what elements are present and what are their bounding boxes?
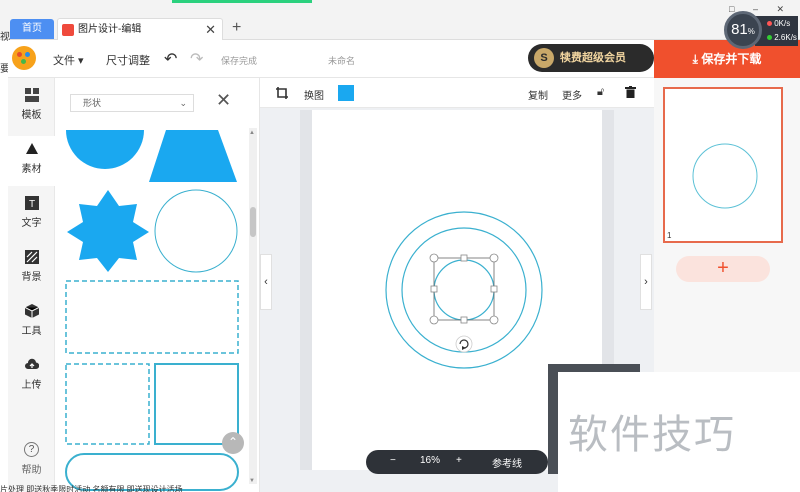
upload-speed: 0K/s xyxy=(774,19,791,28)
save-download-label: 保存并下载 xyxy=(701,52,762,66)
page-number: 1 xyxy=(667,231,672,240)
file-menu[interactable]: 文件 ▾ xyxy=(53,52,84,68)
shape-grid xyxy=(65,130,239,491)
vip-label: 犊费超级会员 xyxy=(560,52,626,64)
shape-solid-square[interactable] xyxy=(154,363,239,445)
shape-dashed-square[interactable] xyxy=(65,363,150,445)
resize-handles[interactable] xyxy=(429,253,499,325)
nav-label: 背景 xyxy=(21,272,42,283)
nav-item-tools[interactable]: 工具 xyxy=(8,298,55,348)
nav-item-assets[interactable]: 素材 xyxy=(8,136,55,186)
gauge-value: 81 xyxy=(731,21,748,38)
status-strip: 片处理 即送秋季限时活动 名额有限 即送现设计活场 xyxy=(0,485,183,492)
selected-circle[interactable] xyxy=(433,259,495,321)
undo-icon[interactable]: ↶ xyxy=(164,49,177,69)
browser-tab-bar: 首页 图片设计-编辑 ✕ + □ – ✕ xyxy=(0,0,800,40)
tab-editor[interactable]: 图片设计-编辑 ✕ xyxy=(57,18,223,40)
app-logo[interactable] xyxy=(12,46,36,70)
upload-icon xyxy=(24,358,39,369)
shapes-icon xyxy=(25,143,38,154)
shape-circle-outline[interactable] xyxy=(154,189,238,273)
trash-icon[interactable] xyxy=(625,86,636,98)
nav-label: 工具 xyxy=(21,326,42,337)
zoom-bar: − 16% + 参考线 xyxy=(366,450,548,474)
loading-strip xyxy=(172,0,312,3)
shape-trapezoid[interactable] xyxy=(149,130,237,182)
more-button[interactable]: 更多 xyxy=(562,87,582,102)
background-icon xyxy=(24,250,39,264)
add-page-button[interactable]: + xyxy=(676,256,770,282)
asset-scroll-thumb[interactable] xyxy=(250,207,256,237)
canvas-toolbar: 换图 复制 更多 🔓︎ xyxy=(260,78,654,108)
nav-item-template[interactable]: 模板 xyxy=(8,82,55,132)
nav-label: 模板 xyxy=(21,110,42,121)
help-icon: ? xyxy=(24,442,39,457)
nav-label: 上传 xyxy=(21,380,42,391)
middle-circle[interactable] xyxy=(401,227,527,353)
asset-scrollbar[interactable] xyxy=(249,128,257,484)
template-icon xyxy=(24,88,39,102)
shape-dashed-rect[interactable] xyxy=(65,280,239,354)
vip-button[interactable]: S 犊费超级会员 xyxy=(528,44,654,72)
download-speed: 2.6K/s xyxy=(774,33,797,42)
help-button[interactable]: ? 帮助 xyxy=(8,442,55,476)
collapse-up-icon[interactable]: ⌃ xyxy=(222,432,244,454)
guides-button[interactable]: 参考线 xyxy=(492,455,522,470)
tab-close-icon[interactable]: ✕ xyxy=(205,19,216,41)
nav-item-background[interactable]: 背景 xyxy=(8,244,55,294)
zoom-value[interactable]: 16% xyxy=(420,455,440,466)
nav-label: 文字 xyxy=(21,218,42,229)
tab-home[interactable]: 首页 xyxy=(10,19,54,39)
shape-star[interactable] xyxy=(67,190,149,272)
replace-image-button[interactable]: 换图 xyxy=(304,87,324,102)
new-tab-button[interactable]: + xyxy=(232,19,241,37)
redo-icon[interactable]: ↷ xyxy=(190,49,203,69)
page-thumbnail[interactable]: 1 xyxy=(663,87,783,243)
canvas-prev-button[interactable]: ‹ xyxy=(260,254,272,310)
asset-panel: 形状 ⌄ ✕ xyxy=(56,78,260,492)
shape-semicircle[interactable] xyxy=(66,130,144,169)
svg-text:T: T xyxy=(28,199,34,210)
tool-icon xyxy=(24,304,39,318)
document-name[interactable]: 未命名 xyxy=(328,54,355,67)
crop-icon[interactable] xyxy=(276,87,288,99)
canvas-margin-left xyxy=(300,110,312,470)
resize-button[interactable]: 尺寸调整 xyxy=(106,52,150,68)
zoom-out-button[interactable]: − xyxy=(390,455,396,466)
thumbnail-preview xyxy=(692,143,758,209)
tab-title: 图片设计-编辑 xyxy=(78,24,142,35)
save-status: 保存完成 xyxy=(221,56,258,66)
vip-badge-icon: S xyxy=(534,48,554,68)
speed-gauge[interactable]: 81% xyxy=(724,11,762,49)
color-swatch[interactable] xyxy=(338,85,354,101)
left-nav: 模板 素材 T 文字 背景 工具 上传 ? 帮助 xyxy=(8,78,55,492)
copy-button[interactable]: 复制 xyxy=(528,87,548,102)
nav-item-text[interactable]: T 文字 xyxy=(8,190,55,240)
zoom-in-button[interactable]: + xyxy=(456,455,462,466)
canvas-next-button[interactable]: › xyxy=(640,254,652,310)
lock-icon[interactable]: 🔓︎ xyxy=(597,86,604,99)
upload-dot-icon xyxy=(767,21,772,26)
nav-label: 素材 xyxy=(21,164,42,175)
watermark-text: 软件技巧 xyxy=(568,412,736,458)
gauge-unit: % xyxy=(747,27,755,36)
download-dot-icon xyxy=(767,35,772,40)
nav-item-upload[interactable]: 上传 xyxy=(8,352,55,402)
rotate-handle-icon[interactable] xyxy=(455,335,473,353)
help-label: 帮助 xyxy=(21,465,42,476)
scroll-up-icon[interactable]: ▲ xyxy=(249,130,255,136)
favicon-icon xyxy=(62,24,74,36)
text-icon: T xyxy=(24,196,39,210)
